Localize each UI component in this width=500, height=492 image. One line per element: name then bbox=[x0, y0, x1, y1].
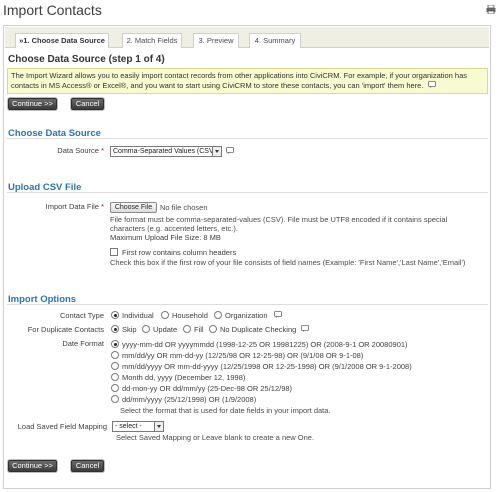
first-row-headers-help: Check this box if the first row of your … bbox=[110, 258, 466, 267]
printer-icon[interactable] bbox=[486, 4, 496, 15]
import-wizard-panel: »1. Choose Data Source 2. Match Fields 3… bbox=[3, 25, 491, 489]
intro-message: The Import Wizard allows you to easily i… bbox=[7, 68, 488, 94]
data-source-select[interactable]: Comma-Separated Values (CSV) bbox=[110, 146, 222, 157]
date-format-option-5-label: dd-mon-yy OR dd/mm/yy (25-Dec-98 OR 25/1… bbox=[122, 384, 293, 393]
cancel-button-top[interactable]: Cancel bbox=[71, 98, 104, 110]
date-format-option-4-label: Month dd, yyyy (December 12, 1998) bbox=[122, 373, 246, 382]
date-format-help: Select the format that is used for date … bbox=[120, 406, 331, 415]
date-format-option-2-label: mm/dd/yy OR mm-dd-yy (12/25/98 OR 12-25-… bbox=[122, 351, 364, 360]
contact-type-organization-radio[interactable] bbox=[214, 311, 222, 319]
help-icon[interactable] bbox=[427, 81, 436, 91]
date-format-option-6-label: dd/mm/yyyy (25/12/1998) OR (1/9/2008) bbox=[122, 395, 257, 404]
date-format-option-4-radio[interactable] bbox=[111, 373, 119, 381]
data-source-label: Data Source * bbox=[57, 146, 104, 155]
contact-type-household-label: Household bbox=[172, 311, 208, 320]
first-row-headers-checkbox[interactable] bbox=[110, 248, 118, 256]
tab-preview[interactable]: 3. Preview bbox=[193, 33, 239, 48]
continue-button-top[interactable]: Continue >> bbox=[8, 98, 57, 110]
choose-file-button[interactable]: Choose File bbox=[110, 202, 157, 213]
cancel-button-bottom[interactable]: Cancel bbox=[71, 460, 104, 472]
no-file-chosen-text: No file chosen bbox=[160, 203, 208, 212]
duplicates-none-label: No Duplicate Checking bbox=[220, 325, 297, 334]
first-row-headers-label: First row contains column headers bbox=[122, 248, 237, 257]
file-format-help: File format must be comma-separated-valu… bbox=[110, 215, 448, 224]
continue-button-bottom[interactable]: Continue >> bbox=[8, 460, 57, 472]
date-format-option-1-label: yyyy-mm-dd OR yyyymmdd (1998-12-25 OR 19… bbox=[122, 340, 408, 349]
section-divider bbox=[7, 138, 488, 139]
saved-mapping-label: Load Saved Field Mapping bbox=[17, 422, 107, 431]
contact-type-individual-label: Individual bbox=[122, 311, 154, 320]
duplicates-fill-radio[interactable] bbox=[183, 325, 191, 333]
date-format-option-2-radio[interactable] bbox=[111, 351, 119, 359]
step-title: Choose Data Source (step 1 of 4) bbox=[8, 54, 165, 65]
duplicates-update-label: Update bbox=[153, 325, 178, 334]
date-format-option-5-radio[interactable] bbox=[111, 384, 119, 392]
date-format-label: Date Format bbox=[62, 339, 104, 348]
duplicates-fill-label: Fill bbox=[194, 325, 204, 334]
wizard-steps: »1. Choose Data Source 2. Match Fields 3… bbox=[5, 27, 489, 48]
chevron-down-icon bbox=[212, 147, 221, 156]
date-format-option-1-radio[interactable] bbox=[111, 340, 119, 348]
saved-mapping-help: Select Saved Mapping or Leave blank to c… bbox=[116, 433, 315, 442]
duplicates-skip-radio[interactable] bbox=[111, 325, 119, 333]
max-upload-size: Maximum Upload File Size: 8 MB bbox=[110, 233, 221, 242]
tab-choose-data-source[interactable]: »1. Choose Data Source bbox=[15, 33, 109, 48]
duplicates-update-radio[interactable] bbox=[142, 325, 150, 333]
chevron-down-icon bbox=[154, 422, 163, 431]
import-data-file-label: Import Data File * bbox=[45, 202, 104, 211]
date-format-option-3-radio[interactable] bbox=[111, 362, 119, 370]
section-divider bbox=[7, 304, 488, 305]
date-format-option-3-label: mm/dd/yyyy OR mm-dd-yyyy (12/25/1998 OR … bbox=[122, 362, 412, 371]
tab-summary[interactable]: 4. Summary bbox=[249, 33, 301, 48]
saved-mapping-select[interactable]: - select - bbox=[112, 421, 164, 432]
help-icon[interactable] bbox=[274, 311, 282, 318]
duplicates-skip-label: Skip bbox=[122, 325, 137, 334]
date-format-option-6-radio[interactable] bbox=[111, 395, 119, 403]
help-icon[interactable] bbox=[226, 147, 234, 154]
duplicate-contacts-label: For Duplicate Contacts bbox=[27, 325, 104, 334]
contact-type-individual-radio[interactable] bbox=[111, 311, 119, 319]
tab-match-fields[interactable]: 2. Match Fields bbox=[122, 33, 182, 48]
contact-type-organization-label: Organization bbox=[225, 311, 268, 320]
file-format-help-cont: characters (e.g. accented letters, etc.)… bbox=[110, 224, 238, 233]
contact-type-label: Contact Type bbox=[59, 311, 104, 320]
page-title: Import Contacts bbox=[3, 2, 102, 18]
section-divider bbox=[7, 192, 488, 193]
help-icon[interactable] bbox=[301, 325, 309, 332]
duplicates-none-radio[interactable] bbox=[209, 325, 217, 333]
intro-text: The Import Wizard allows you to easily i… bbox=[11, 71, 468, 90]
contact-type-household-radio[interactable] bbox=[161, 311, 169, 319]
